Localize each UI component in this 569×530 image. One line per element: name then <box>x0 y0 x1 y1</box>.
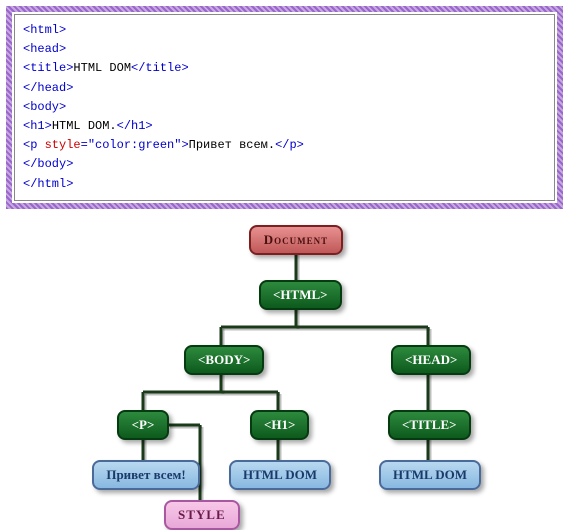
code-block: <html><head><title>HTML DOM</title></hea… <box>6 6 563 209</box>
node-html: <HTML> <box>259 280 342 310</box>
dom-tree-diagram: Document <HTML> <BODY> <HEAD> <P> <H1> <TITLE>… <box>0 215 569 525</box>
node-h1text: HTML DOM <box>229 460 331 490</box>
code-content: <html><head><title>HTML DOM</title></hea… <box>14 14 555 201</box>
node-title: <TITLE> <box>388 410 471 440</box>
node-ptext: Привет всем! <box>92 460 200 490</box>
node-document: Document <box>249 225 343 255</box>
node-h1: <H1> <box>250 410 309 440</box>
node-head: <HEAD> <box>391 345 471 375</box>
node-titletext: HTML DOM <box>379 460 481 490</box>
node-p: <P> <box>117 410 169 440</box>
node-style: STYLE <box>164 500 240 530</box>
node-body: <BODY> <box>184 345 264 375</box>
